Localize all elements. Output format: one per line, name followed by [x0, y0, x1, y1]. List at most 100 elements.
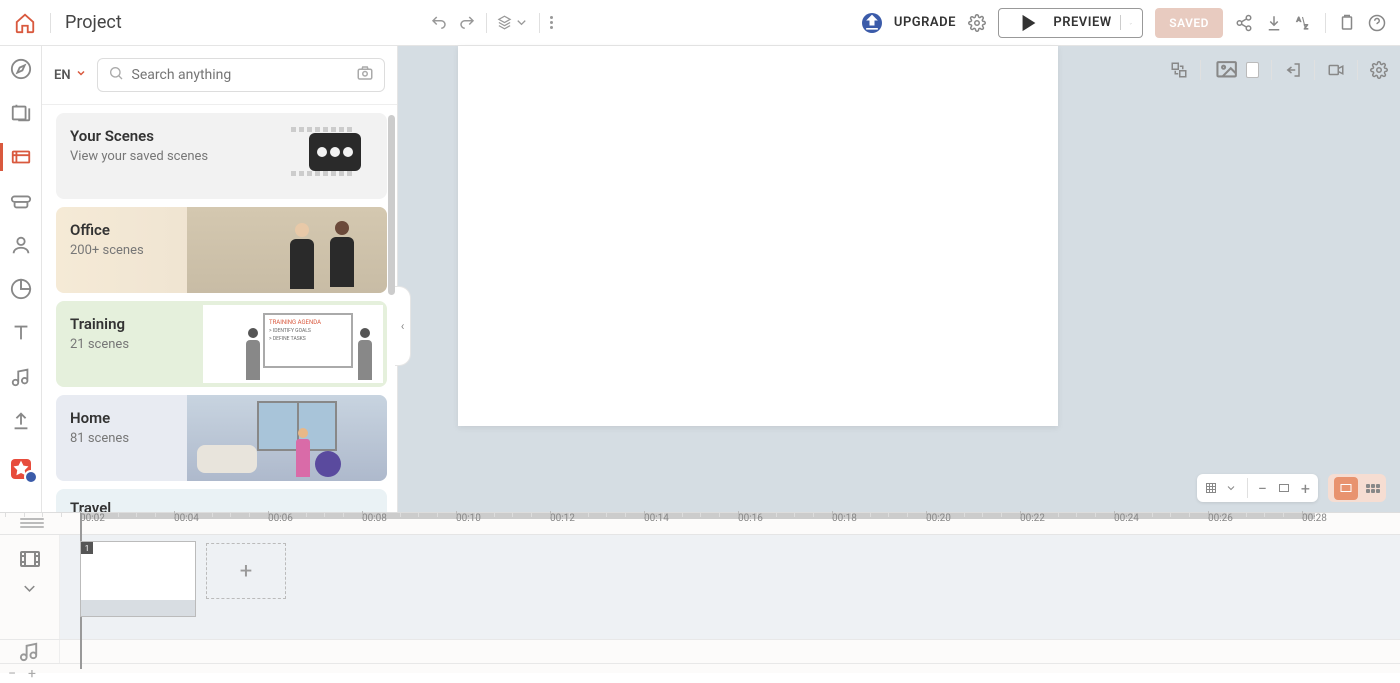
rail-characters-icon[interactable]: [10, 234, 32, 256]
card-illustration: TRAINING AGENDA > IDENTIFY GOALS > DEFIN…: [203, 305, 383, 383]
divider: [486, 13, 487, 33]
zoom-fit-button[interactable]: [1277, 482, 1291, 494]
ruler-tick: 00:26: [1208, 513, 1233, 524]
timeline-footer: − +: [0, 663, 1400, 683]
library-list[interactable]: Your Scenes View your saved scenes Offic…: [42, 105, 397, 512]
chevron-down-icon[interactable]: [20, 579, 39, 598]
drag-handle-icon[interactable]: [20, 518, 44, 528]
more-menu-icon[interactable]: [550, 16, 553, 29]
video-icon[interactable]: [1327, 61, 1345, 79]
settings-icon[interactable]: [968, 14, 986, 32]
language-selector[interactable]: EN: [54, 67, 87, 83]
timeline-zoom-out[interactable]: −: [8, 666, 16, 682]
ruler-tick: 00:16: [738, 513, 763, 524]
help-icon[interactable]: [1368, 14, 1386, 32]
ruler-tick: 00:14: [644, 513, 669, 524]
view-grid-icon[interactable]: [1366, 484, 1380, 493]
ruler-tick: 00:12: [550, 513, 575, 524]
rail-upload-icon[interactable]: [10, 410, 32, 432]
library-panel: EN Your Scenes View your saved scenes: [42, 46, 398, 512]
share-icon[interactable]: [1235, 14, 1253, 32]
card-training[interactable]: Training 21 scenes TRAINING AGENDA > IDE…: [56, 301, 387, 387]
search-icon: [108, 65, 124, 85]
view-single-icon[interactable]: [1334, 477, 1358, 500]
search-box[interactable]: [97, 58, 385, 92]
scrollbar[interactable]: [388, 115, 395, 295]
timeline-audio-icon[interactable]: [0, 640, 60, 663]
ruler-tick: 00:18: [832, 513, 857, 524]
chevron-down-icon: [75, 67, 87, 83]
timeline-body: 1 +: [0, 535, 1400, 639]
top-center-group: [122, 13, 862, 33]
divider: [1247, 478, 1248, 498]
card-office[interactable]: Office 200+ scenes: [56, 207, 387, 293]
translate-icon[interactable]: AZ: [1295, 14, 1313, 32]
divider: [1314, 60, 1315, 80]
timeline-left-controls: [0, 535, 60, 639]
timeline-scene-thumb[interactable]: 1: [80, 541, 196, 617]
exit-icon[interactable]: [1284, 61, 1302, 79]
view-mode-toggle[interactable]: [1328, 474, 1386, 502]
project-title[interactable]: Project: [65, 12, 122, 33]
preview-button[interactable]: PREVIEW: [998, 8, 1143, 38]
zoom-out-button[interactable]: −: [1258, 479, 1267, 498]
collapse-panel-button[interactable]: ‹: [395, 286, 411, 366]
rail-text-icon[interactable]: [10, 322, 32, 344]
rail-props-icon[interactable]: [10, 190, 32, 212]
timeline-zoom-in[interactable]: +: [28, 666, 36, 682]
left-rail: [0, 46, 42, 512]
canvas-area[interactable]: − +: [398, 46, 1400, 512]
upgrade-button[interactable]: UPGRADE: [894, 15, 956, 30]
rail-templates-icon[interactable]: [10, 102, 32, 124]
top-bar: Project UPGRADE PREVIEW SAVED AZ: [0, 0, 1400, 46]
zoom-box: − +: [1197, 474, 1318, 502]
chevron-down-icon[interactable]: [1120, 15, 1133, 30]
card-home[interactable]: Home 81 scenes: [56, 395, 387, 481]
library-header: EN: [42, 46, 397, 105]
timeline: 00:0200:0400:0600:0800:1000:1200:1400:16…: [0, 512, 1400, 673]
divider: [1325, 13, 1326, 33]
rail-audio-icon[interactable]: [10, 366, 32, 388]
zoom-in-button[interactable]: +: [1301, 479, 1310, 498]
ruler-tick: 00:28: [1302, 513, 1327, 524]
top-left-group: Project: [14, 12, 122, 34]
card-travel[interactable]: Travel: [56, 489, 387, 512]
search-input[interactable]: [132, 67, 348, 83]
ruler-tick: 00:20: [926, 513, 951, 524]
divider: [1271, 60, 1272, 80]
clipboard-icon[interactable]: [1338, 14, 1356, 32]
ruler-marks: 00:0200:0400:0600:0800:1000:1200:1400:16…: [80, 513, 1400, 534]
canvas[interactable]: [458, 46, 1058, 426]
rail-explore-icon[interactable]: [10, 58, 32, 80]
preview-label: PREVIEW: [1053, 15, 1111, 30]
download-icon[interactable]: [1265, 14, 1283, 32]
replace-icon[interactable]: [1170, 61, 1188, 79]
timeline-track[interactable]: 1 +: [60, 535, 1400, 639]
ruler-tick: 00:10: [456, 513, 481, 524]
timeline-scenes-icon[interactable]: [18, 547, 42, 571]
layers-menu[interactable]: [497, 15, 529, 30]
add-scene-button[interactable]: +: [206, 543, 286, 599]
redo-icon[interactable]: [458, 14, 476, 32]
card-title: Travel: [70, 499, 373, 512]
home-icon[interactable]: [14, 12, 36, 34]
undo-icon[interactable]: [430, 14, 448, 32]
rail-apps-icon[interactable]: [10, 458, 32, 480]
canvas-settings-icon[interactable]: [1370, 61, 1388, 79]
rail-charts-icon[interactable]: [10, 278, 32, 300]
rail-scenes-icon[interactable]: [10, 146, 32, 168]
saved-button: SAVED: [1155, 8, 1223, 38]
zoom-controls: − +: [1197, 474, 1386, 502]
svg-text:A: A: [1297, 15, 1302, 23]
card-your-scenes[interactable]: Your Scenes View your saved scenes: [56, 113, 387, 199]
divider: [1357, 60, 1358, 80]
camera-icon[interactable]: [356, 64, 374, 86]
scene-duration-bar[interactable]: [81, 600, 195, 616]
language-label: EN: [54, 68, 71, 83]
timeline-ruler[interactable]: 00:0200:0400:0600:0800:1000:1200:1400:16…: [0, 513, 1400, 535]
ruler-tick: 00:04: [174, 513, 199, 524]
scene-number: 1: [81, 542, 93, 554]
background-control[interactable]: [1213, 58, 1259, 83]
upgrade-badge-icon[interactable]: [862, 13, 882, 33]
grid-menu[interactable]: [1205, 482, 1237, 494]
